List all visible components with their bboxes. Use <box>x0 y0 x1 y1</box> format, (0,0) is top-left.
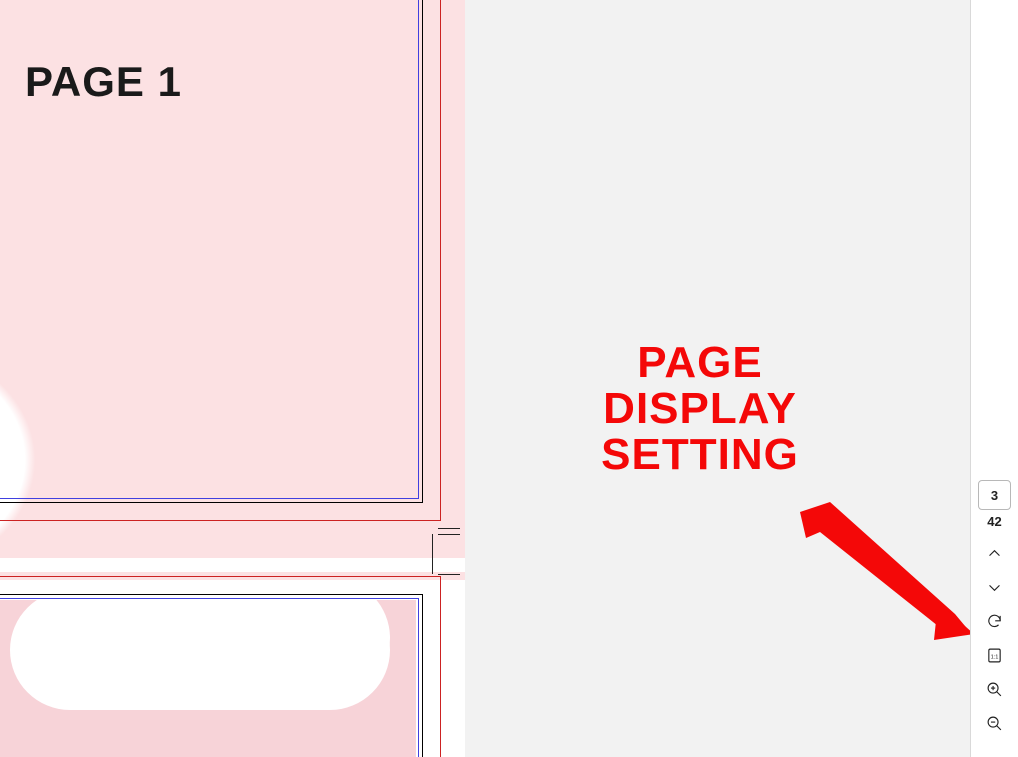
document-canvas: PAGE 1 <box>0 0 465 757</box>
current-page-value: 3 <box>991 488 998 503</box>
page-gap <box>0 558 465 572</box>
page-1: PAGE 1 <box>0 0 465 540</box>
annotation-callout: PAGE DISPLAY SETTING <box>570 340 830 479</box>
annotation-line: PAGE <box>570 340 830 386</box>
annotation-line: SETTING <box>570 432 830 478</box>
page-display-button[interactable]: 1:1 <box>971 641 1018 675</box>
page-down-button[interactable] <box>971 573 1018 607</box>
page-2 <box>0 576 465 757</box>
zoom-in-button[interactable] <box>971 675 1018 709</box>
chevron-up-icon <box>986 545 1003 567</box>
zoom-in-icon <box>986 681 1003 703</box>
current-page-input[interactable]: 3 <box>978 480 1011 510</box>
crop-mark <box>432 560 466 594</box>
rotate-icon <box>986 613 1003 635</box>
zoom-out-button[interactable] <box>971 709 1018 743</box>
page-up-button[interactable] <box>971 539 1018 573</box>
total-pages-label: 42 <box>971 514 1018 529</box>
page-2-bleed-guide <box>0 576 441 757</box>
annotation-arrow <box>790 502 970 652</box>
page-1-title: PAGE 1 <box>25 58 182 106</box>
viewer-sidebar: 3 42 1:1 <box>970 0 1018 757</box>
rotate-button[interactable] <box>971 607 1018 641</box>
zoom-out-icon <box>986 715 1003 737</box>
annotation-line: DISPLAY <box>570 386 830 432</box>
chevron-down-icon <box>986 579 1003 601</box>
svg-text:1:1: 1:1 <box>991 654 999 660</box>
page-display-icon: 1:1 <box>986 647 1003 669</box>
